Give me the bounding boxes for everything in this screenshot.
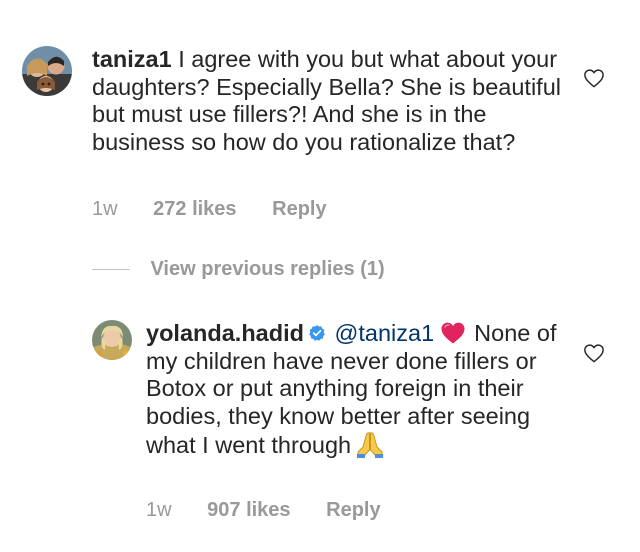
like-reply-button[interactable] — [583, 343, 605, 363]
reply-button[interactable]: Reply — [326, 499, 380, 521]
view-previous-replies-label: View previous replies (1) — [150, 258, 385, 280]
reply-time: 1w — [146, 499, 172, 521]
folded-hands-emoji — [357, 432, 384, 458]
reply-body: yolanda.hadid @taniza1 None of my childr… — [146, 320, 566, 460]
avatar-yolanda-hadid[interactable] — [92, 320, 132, 360]
comment-time: 1w — [92, 198, 118, 220]
comment-meta: 1w 272 likes Reply — [92, 198, 357, 221]
comment-likes[interactable]: 272 likes — [153, 198, 236, 220]
reply-username[interactable]: yolanda.hadid — [146, 320, 304, 346]
comment-body: taniza1 I agree with you but what about … — [92, 46, 562, 156]
view-previous-replies-button[interactable]: View previous replies (1) — [92, 258, 385, 286]
avatar-taniza1[interactable] — [22, 46, 72, 96]
divider-line — [92, 269, 130, 270]
heart-outline-icon — [584, 344, 604, 363]
reply-likes[interactable]: 907 likes — [207, 499, 290, 521]
mention-link[interactable]: @taniza1 — [335, 320, 435, 346]
like-comment-button[interactable] — [583, 68, 605, 88]
verified-badge-icon — [309, 325, 325, 341]
reply-button[interactable]: Reply — [272, 198, 326, 220]
red-heart-emoji — [441, 322, 465, 344]
reply-meta: 1w 907 likes Reply — [146, 499, 411, 522]
heart-outline-icon — [584, 69, 604, 88]
comment-username[interactable]: taniza1 — [92, 46, 172, 72]
